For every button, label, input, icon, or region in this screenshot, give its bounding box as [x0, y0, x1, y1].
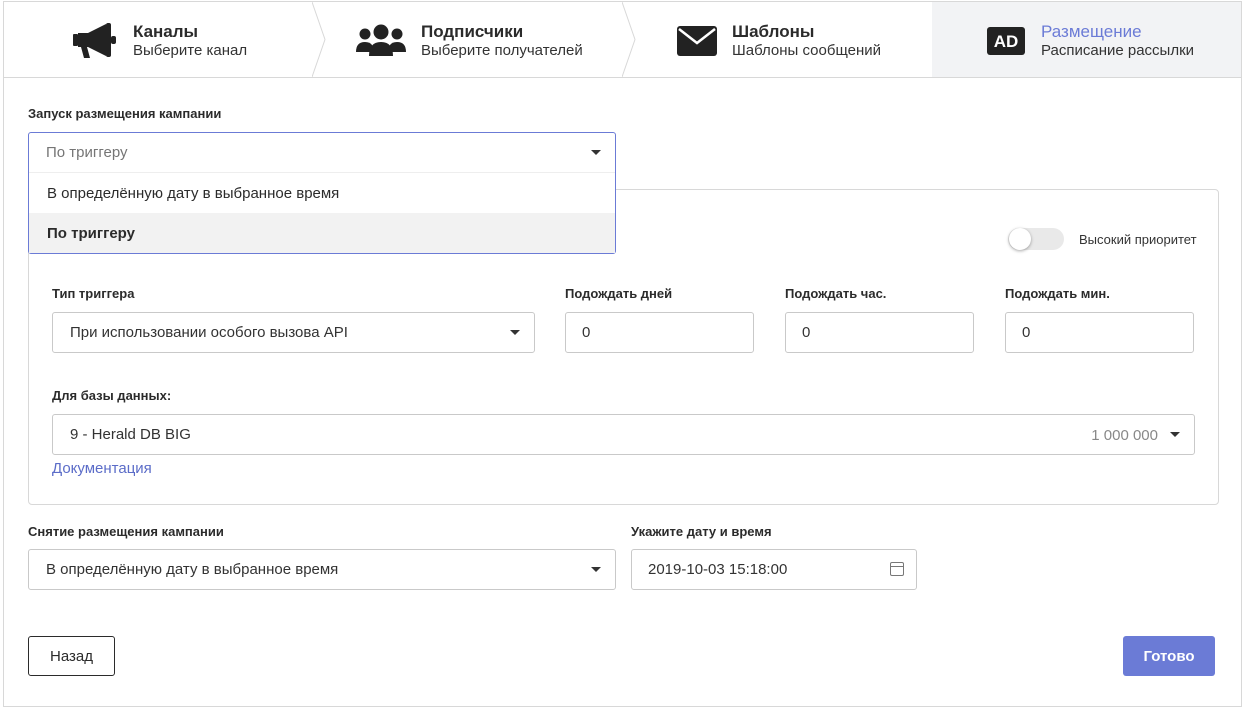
step-placement[interactable]: AD Размещение Расписание рассылки — [932, 2, 1241, 77]
database-count: 1 000 000 — [1091, 427, 1158, 444]
launch-selected-value: По триггеру — [46, 144, 128, 161]
ad-icon-text: AD — [994, 32, 1019, 51]
step-channels[interactable]: Каналы Выберите канал — [4, 2, 312, 77]
database-label: Для базы данных: — [52, 388, 172, 403]
trigger-type-value: При использовании особого вызова API — [70, 324, 348, 341]
step-title: Шаблоны — [732, 22, 815, 41]
documentation-link[interactable]: Документация — [52, 460, 152, 477]
launch-option-trigger[interactable]: По триггеру — [29, 213, 615, 253]
removal-label: Снятие размещения кампании — [28, 524, 224, 539]
step-subscribers[interactable]: Подписчики Выберите получателей — [326, 2, 622, 77]
database-value: 9 - Herald DB BIG — [70, 426, 191, 443]
removal-date-label: Укажите дату и время — [631, 524, 772, 539]
removal-value: В определённую дату в выбранное время — [46, 561, 339, 578]
removal-select[interactable]: В определённую дату в выбранное время — [28, 549, 616, 590]
step-templates[interactable]: Шаблоны Шаблоны сообщений — [636, 2, 932, 77]
trigger-type-select[interactable]: При использовании особого вызова API — [52, 312, 535, 353]
wait-hours-label: Подождать час. — [785, 286, 887, 301]
database-select[interactable]: 9 - Herald DB BIG 1 000 000 — [52, 414, 1195, 455]
launch-option-date[interactable]: В определённую дату в выбранное время — [29, 173, 615, 213]
step-title: Подписчики — [421, 22, 524, 41]
chevron-down-icon — [591, 150, 601, 155]
wait-minutes-value: 0 — [1022, 324, 1031, 341]
priority-toggle[interactable] — [1008, 228, 1064, 250]
wizard-steps: Каналы Выберите канал Подписчики Выберит… — [4, 2, 1241, 78]
launch-select-current[interactable]: По триггеру — [29, 133, 615, 173]
wait-hours-value: 0 — [802, 324, 811, 341]
trigger-type-label: Тип триггера — [52, 286, 135, 301]
step-title: Размещение — [1041, 22, 1142, 41]
removal-date-input[interactable]: 2019-10-03 15:18:00 — [631, 549, 917, 590]
step-title: Каналы — [133, 22, 199, 41]
megaphone-icon — [72, 22, 118, 60]
priority-label: Высокий приоритет — [1079, 232, 1197, 247]
launch-select-open[interactable]: По триггеру В определённую дату в выбран… — [28, 132, 616, 254]
wait-days-value: 0 — [582, 324, 591, 341]
back-button[interactable]: Назад — [28, 636, 115, 676]
step-subtitle: Расписание рассылки — [1041, 42, 1195, 59]
step-subtitle: Выберите канал — [133, 42, 248, 59]
users-icon — [355, 22, 407, 60]
ad-icon: AD — [986, 22, 1026, 60]
toggle-knob[interactable] — [1009, 228, 1031, 250]
step-separator — [622, 2, 636, 77]
calendar-icon[interactable] — [890, 562, 904, 576]
wait-days-label: Подождать дней — [565, 286, 673, 301]
campaign-wizard: Каналы Выберите канал Подписчики Выберит… — [3, 1, 1242, 707]
step-subtitle: Выберите получателей — [421, 42, 583, 59]
wait-minutes-label: Подождать мин. — [1005, 286, 1110, 301]
wait-minutes-input[interactable]: 0 — [1005, 312, 1194, 353]
chevron-down-icon — [1170, 432, 1180, 437]
wait-days-input[interactable]: 0 — [565, 312, 754, 353]
envelope-icon — [676, 22, 718, 60]
step-separator — [312, 2, 326, 77]
chevron-down-icon — [510, 330, 520, 335]
launch-label: Запуск размещения кампании — [28, 106, 222, 121]
done-button[interactable]: Готово — [1123, 636, 1215, 676]
wait-hours-input[interactable]: 0 — [785, 312, 974, 353]
step-subtitle: Шаблоны сообщений — [732, 42, 882, 59]
chevron-down-icon — [591, 567, 601, 572]
removal-date-value: 2019-10-03 15:18:00 — [648, 561, 788, 578]
